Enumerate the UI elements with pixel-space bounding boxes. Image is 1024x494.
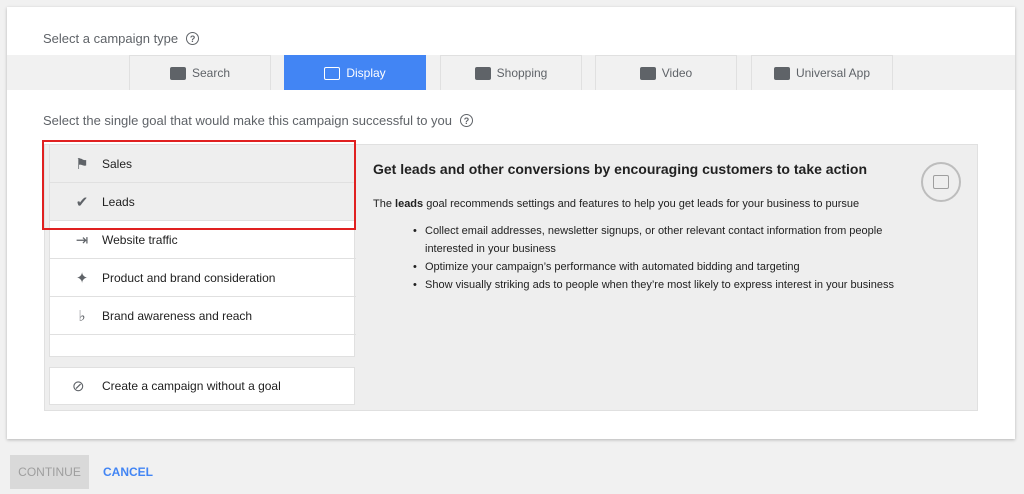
tab-search[interactable]: Search bbox=[129, 55, 271, 90]
highlight-box bbox=[42, 140, 356, 230]
tab-video[interactable]: Video bbox=[595, 55, 737, 90]
speaker-icon: ♭ bbox=[78, 307, 86, 325]
tab-shopping[interactable]: Shopping bbox=[440, 55, 582, 90]
list-item: Collect email addresses, newsletter sign… bbox=[413, 222, 913, 258]
search-icon bbox=[169, 66, 186, 80]
list-item: Show visually striking ads to people whe… bbox=[413, 276, 913, 294]
no-goal-option[interactable]: ⊘ Create a campaign without a goal bbox=[49, 367, 355, 405]
goal-detail-title: Get leads and other conversions by encou… bbox=[373, 161, 868, 177]
sparkle-icon: ✦ bbox=[75, 269, 89, 287]
campaign-type-label: Select a campaign type ? bbox=[43, 31, 200, 46]
continue-button[interactable]: CONTINUE bbox=[10, 455, 89, 489]
app-icon bbox=[773, 66, 790, 80]
goal-detail-intro: The leads goal recommends settings and f… bbox=[373, 198, 860, 210]
goal-detail-bullets: Collect email addresses, newsletter sign… bbox=[373, 222, 913, 294]
video-icon bbox=[639, 66, 656, 80]
tab-universal-app[interactable]: Universal App bbox=[751, 55, 893, 90]
goal-label: Select the single goal that would make t… bbox=[43, 113, 474, 128]
help-icon[interactable]: ? bbox=[460, 114, 474, 127]
goal-item-product-brand[interactable]: ✦ Product and brand consideration bbox=[50, 259, 356, 297]
cancel-button[interactable]: CANCEL bbox=[103, 455, 153, 489]
tab-display[interactable]: Display bbox=[284, 55, 426, 90]
goal-item-brand-awareness[interactable]: ♭ Brand awareness and reach bbox=[50, 297, 356, 335]
help-icon[interactable]: ? bbox=[186, 32, 200, 45]
list-item: Optimize your campaign’s performance wit… bbox=[413, 258, 913, 276]
tag-icon bbox=[474, 66, 491, 80]
arrow-in-icon: ⇥ bbox=[75, 231, 89, 249]
goal-detail: Get leads and other conversions by encou… bbox=[373, 161, 913, 294]
block-icon: ⊘ bbox=[72, 378, 85, 395]
open-icon[interactable] bbox=[921, 162, 961, 202]
display-icon bbox=[324, 66, 341, 80]
